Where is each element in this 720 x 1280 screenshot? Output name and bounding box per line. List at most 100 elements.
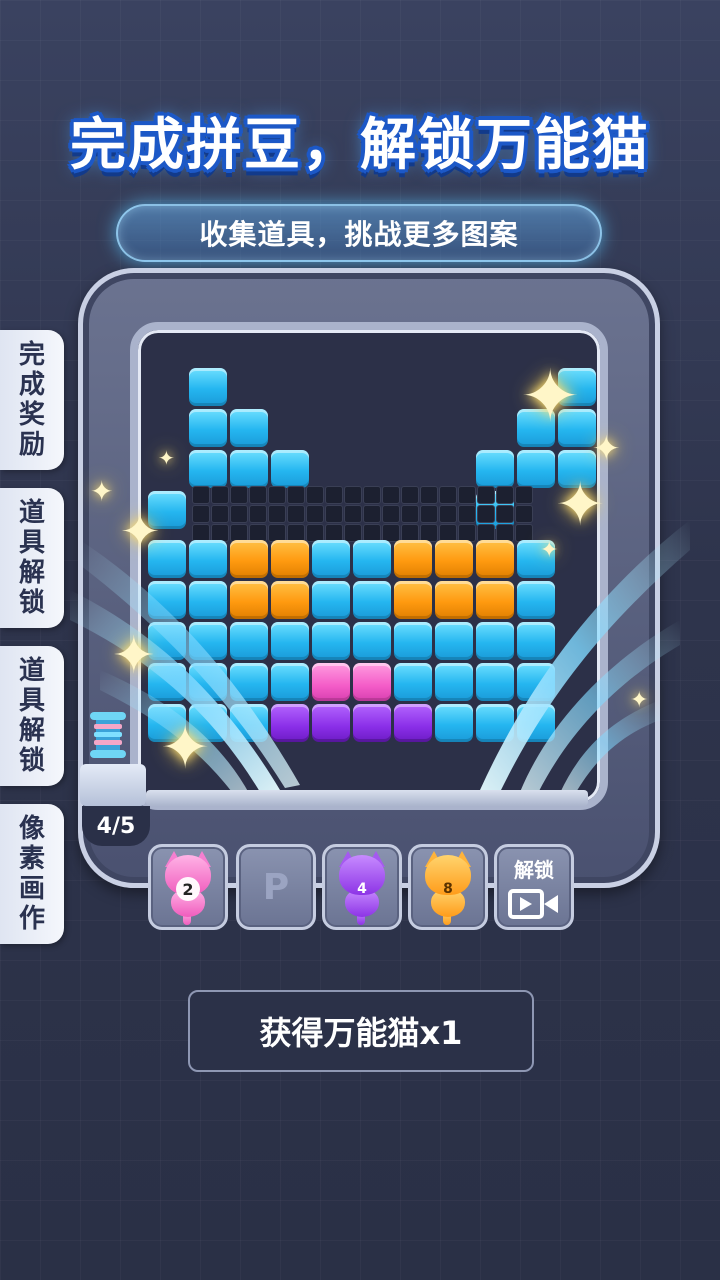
bead-blue (148, 622, 186, 660)
tab-char: 具 (18, 686, 45, 716)
tab-char: 像 (18, 814, 45, 844)
bead-blue (230, 409, 268, 447)
bead-blue (189, 663, 227, 701)
bead-dark (211, 505, 229, 523)
tab-char: 画 (18, 874, 45, 904)
tab-char: 锁 (18, 588, 45, 618)
tab-char: 完 (18, 340, 45, 370)
unlock-video-button[interactable]: 解锁 (494, 844, 574, 930)
bead-blue (476, 704, 514, 742)
tab-char: 素 (18, 844, 45, 874)
bead-blue (435, 622, 473, 660)
bead-orange (394, 540, 432, 578)
bead-dark (458, 505, 476, 523)
bead-blue (517, 450, 555, 488)
tab-char: 锁 (18, 746, 45, 776)
bead-dark (230, 505, 248, 523)
spool-holder (80, 764, 146, 806)
bead-dark (439, 505, 457, 523)
bead-blue (148, 704, 186, 742)
purple-cat-icon: 4 (333, 851, 391, 925)
bead-blue (271, 622, 309, 660)
bead-dark (439, 486, 457, 504)
bead-blue (394, 663, 432, 701)
bead-pink (312, 663, 350, 701)
bead-blue (148, 540, 186, 578)
bead-blue (558, 368, 596, 406)
bead-orange (230, 581, 268, 619)
bead-blue (230, 663, 268, 701)
subtitle-banner: 收集道具，挑战更多图案 (116, 204, 602, 262)
bead-dark (306, 486, 324, 504)
bead-blue (230, 622, 268, 660)
bead-blue (353, 581, 391, 619)
bead-blue (189, 581, 227, 619)
bead-dark (363, 486, 381, 504)
bead-blue (353, 622, 391, 660)
bead-dark (515, 505, 533, 523)
reward-button[interactable]: 获得万能猫x1 (188, 990, 534, 1072)
tab-pixel-art[interactable]: 像 素 画 作 (0, 804, 64, 944)
bead-blue (312, 622, 350, 660)
cat-count: 8 (443, 881, 453, 897)
spool-icon (90, 712, 126, 758)
bead-dark (382, 486, 400, 504)
bead-blue (517, 704, 555, 742)
bead-pink (353, 663, 391, 701)
bead-purple (271, 704, 309, 742)
tab-char: 道 (18, 498, 45, 528)
bead-dark (401, 505, 419, 523)
tab-char: 道 (18, 656, 45, 686)
bead-blue (312, 540, 350, 578)
cat-count: 4 (357, 881, 367, 897)
bead-dark (363, 505, 381, 523)
bead-blue (558, 450, 596, 488)
bead-blue (435, 663, 473, 701)
bead-blue (394, 622, 432, 660)
bead-blue (189, 368, 227, 406)
bead-blue (517, 540, 555, 578)
bead-dark (477, 505, 495, 523)
bead-dark (344, 486, 362, 504)
bead-dark (325, 505, 343, 523)
bead-purple (312, 704, 350, 742)
tab-char: 解 (18, 716, 45, 746)
bead-blue (476, 450, 514, 488)
bead-blue (476, 663, 514, 701)
bead-purple (353, 704, 391, 742)
slot-orange-cat[interactable]: 8 (408, 844, 488, 930)
tab-item-unlock-1[interactable]: 道 具 解 锁 (0, 488, 64, 628)
cat-count: 2 (176, 877, 200, 901)
bead-blue (189, 622, 227, 660)
tab-char: 具 (18, 528, 45, 558)
bead-blue (271, 450, 309, 488)
bead-orange (476, 581, 514, 619)
tab-completion-reward[interactable]: 完 成 奖 励 (0, 330, 64, 470)
tab-char: 作 (18, 904, 45, 934)
bead-dark (458, 486, 476, 504)
progress-counter: 4/5 (82, 806, 150, 846)
parking-slot-icon: P (262, 866, 290, 908)
bead-dark (496, 505, 514, 523)
bead-dark (211, 486, 229, 504)
bead-blue (189, 450, 227, 488)
conveyor-rail (146, 790, 588, 806)
slot-purple-cat[interactable]: 4 (322, 844, 402, 930)
slot-parking[interactable]: P (236, 844, 316, 930)
bead-dark (230, 486, 248, 504)
bead-orange (230, 540, 268, 578)
tab-item-unlock-2[interactable]: 道 具 解 锁 (0, 646, 64, 786)
bead-orange (435, 540, 473, 578)
unlock-label: 解锁 (514, 857, 554, 882)
bead-blue (517, 663, 555, 701)
slot-pink-cat[interactable]: 2 (148, 844, 228, 930)
bead-blue (230, 450, 268, 488)
bead-blue (558, 409, 596, 447)
bead-orange (435, 581, 473, 619)
bead-dark (325, 486, 343, 504)
bead-blue (189, 704, 227, 742)
bead-dark (496, 486, 514, 504)
bead-orange (271, 581, 309, 619)
bead-board[interactable] (148, 368, 596, 742)
bead-blue (435, 704, 473, 742)
